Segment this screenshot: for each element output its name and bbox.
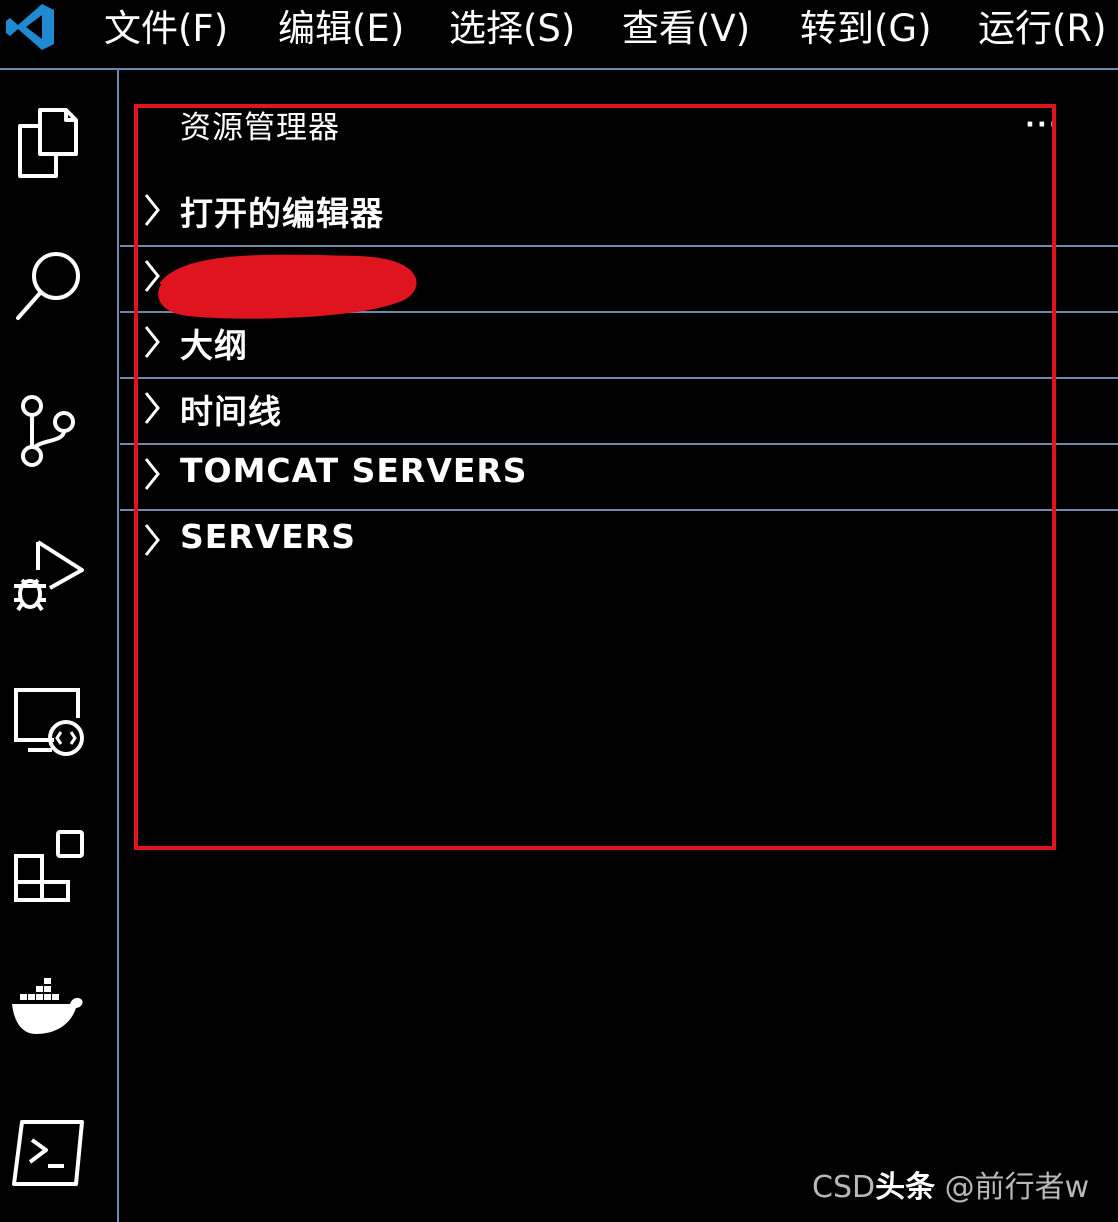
watermark-brand: 头条 <box>875 1170 936 1205</box>
source-control-icon[interactable] <box>10 390 88 468</box>
vscode-logo-icon[interactable] <box>4 2 56 52</box>
menu-edit[interactable]: 编辑(E) <box>278 4 404 54</box>
search-icon[interactable] <box>10 248 88 326</box>
remote-explorer-icon[interactable] <box>10 682 88 760</box>
menu-bar: 文件(F) 编辑(E) 选择(S) 查看(V) 转到(G) 运行(R) <box>0 0 1118 70</box>
extensions-icon[interactable] <box>10 826 88 904</box>
watermark: CSD头条 @前行者w <box>812 1162 1089 1206</box>
explorer-files-icon[interactable] <box>10 102 88 180</box>
highlight-box <box>134 104 1056 850</box>
watermark-prefix: CSD <box>812 1170 876 1205</box>
terminal-icon[interactable] <box>10 1114 88 1192</box>
run-debug-icon[interactable] <box>10 536 88 614</box>
docker-icon[interactable] <box>10 970 88 1048</box>
menu-view[interactable]: 查看(V) <box>622 4 750 54</box>
watermark-suffix: @前行者w <box>935 1170 1090 1205</box>
menu-file[interactable]: 文件(F) <box>104 4 228 54</box>
menu-run[interactable]: 运行(R) <box>978 4 1107 54</box>
menu-goto[interactable]: 转到(G) <box>800 4 932 54</box>
activity-bar <box>0 70 119 1222</box>
menu-selection[interactable]: 选择(S) <box>449 4 575 54</box>
